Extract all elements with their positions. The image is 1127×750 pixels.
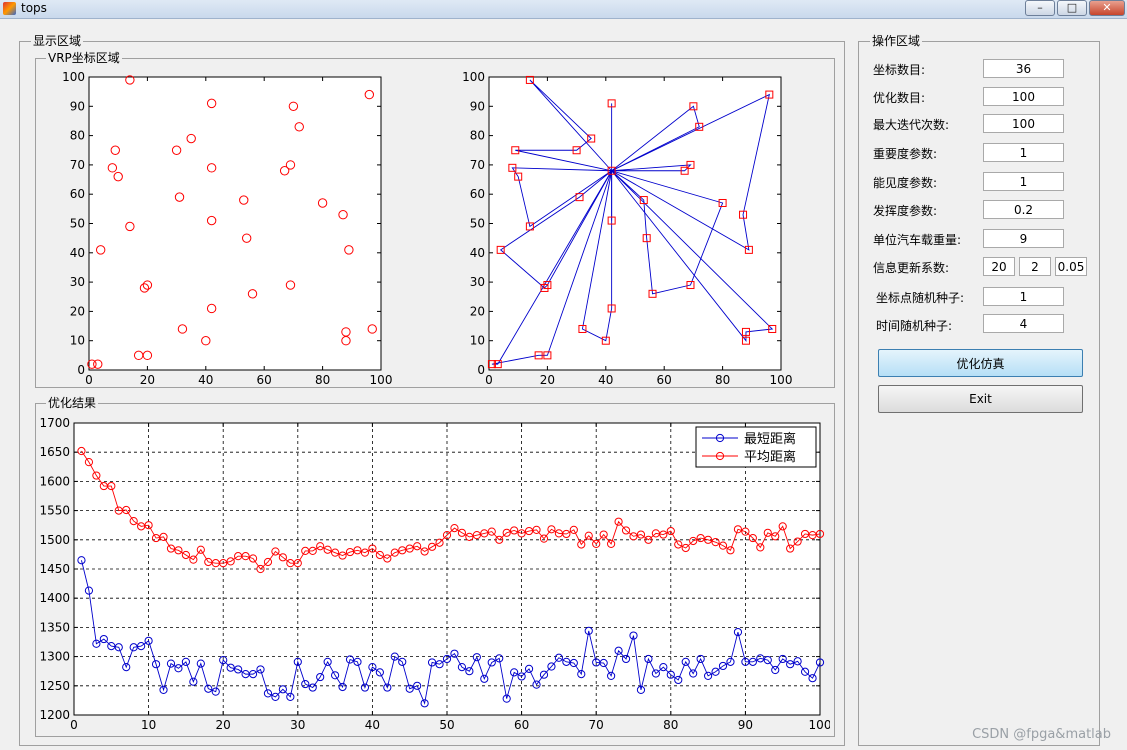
x-tick-label: 30 (290, 718, 305, 732)
y-tick-label: 1700 (39, 416, 70, 430)
y-tick-label: 100 (62, 70, 85, 84)
x-tick-label: 20 (216, 718, 231, 732)
y-tick-label: 30 (70, 275, 85, 289)
y-tick-label: 50 (470, 217, 485, 231)
y-tick-label: 1450 (39, 562, 70, 576)
legend-label: 平均距离 (744, 449, 796, 465)
y-tick-label: 90 (470, 99, 485, 113)
y-tick-label: 50 (70, 217, 85, 231)
y-tick-label: 20 (70, 304, 85, 318)
field-label-5: 发挥度参数: (873, 204, 938, 218)
window-title: tops (21, 1, 47, 15)
field-label-2: 最大迭代次数: (873, 118, 950, 132)
x-tick-label: 90 (738, 718, 753, 732)
field-label-4: 能见度参数: (873, 176, 938, 190)
operation-area-title: 操作区域 (870, 34, 923, 48)
window-titlebar: tops – □ ✕ (0, 0, 1127, 19)
x-tick-label: 80 (663, 718, 678, 732)
y-tick-label: 30 (470, 275, 485, 289)
y-tick-label: 10 (470, 334, 485, 348)
y-tick-label: 1650 (39, 445, 70, 459)
vrp-panel-title: VRP坐标区域 (46, 51, 122, 65)
x-tick-label: 80 (315, 373, 330, 387)
field-input-0[interactable] (983, 59, 1064, 78)
field-input-1[interactable] (983, 87, 1064, 106)
y-tick-label: 60 (470, 187, 485, 201)
x-tick-label: 60 (257, 373, 272, 387)
x-tick-label: 20 (140, 373, 155, 387)
y-tick-label: 1550 (39, 504, 70, 518)
x-tick-label: 100 (809, 718, 830, 732)
field-label-0: 坐标数目: (873, 63, 926, 77)
y-tick-label: 1500 (39, 533, 70, 547)
coord-seed-label: 坐标点随机种子: (876, 291, 965, 305)
y-tick-label: 20 (470, 304, 485, 318)
x-tick-label: 40 (365, 718, 380, 732)
y-tick-label: 80 (70, 129, 85, 143)
field-input-3[interactable] (983, 143, 1064, 162)
x-tick-label: 0 (70, 718, 78, 732)
y-tick-label: 70 (470, 158, 485, 172)
y-tick-label: 0 (77, 363, 85, 377)
x-tick-label: 100 (770, 373, 793, 387)
minimize-button[interactable]: – (1025, 0, 1055, 16)
y-tick-label: 1350 (39, 620, 70, 634)
y-tick-label: 1600 (39, 474, 70, 488)
x-tick-label: 40 (198, 373, 213, 387)
update-coeff-input-1[interactable] (983, 257, 1015, 276)
x-tick-label: 40 (598, 373, 613, 387)
y-tick-label: 60 (70, 187, 85, 201)
field-label-3: 重要度参数: (873, 147, 938, 161)
y-tick-label: 100 (462, 70, 485, 84)
y-tick-label: 80 (470, 129, 485, 143)
y-tick-label: 1250 (39, 679, 70, 693)
x-tick-label: 0 (485, 373, 493, 387)
field-input-2[interactable] (983, 114, 1064, 133)
field-input-4[interactable] (983, 172, 1064, 191)
close-button[interactable]: ✕ (1089, 0, 1125, 16)
y-tick-label: 1200 (39, 708, 70, 722)
y-tick-label: 40 (470, 246, 485, 260)
route-chart: 0 20 40 60 80 100 0 10 20 30 40 50 60 70 80 90 100 (462, 70, 793, 387)
field-input-6[interactable] (983, 229, 1064, 248)
time-seed-input[interactable] (983, 314, 1064, 333)
time-seed-label: 时间随机种子: (876, 319, 953, 333)
matlab-icon (3, 2, 16, 15)
x-tick-label: 50 (439, 718, 454, 732)
x-tick-label: 0 (85, 373, 93, 387)
field-input-5[interactable] (983, 200, 1064, 219)
update-coeff-label: 信息更新系数: (873, 261, 950, 275)
y-tick-label: 10 (70, 334, 85, 348)
scatter-chart: 0 20 40 60 80 100 0 10 20 30 40 50 60 70 80 90 100 (62, 70, 393, 387)
x-tick-label: 100 (370, 373, 393, 387)
y-tick-label: 1300 (39, 650, 70, 664)
x-tick-label: 70 (589, 718, 604, 732)
update-coeff-input-2[interactable] (1019, 257, 1051, 276)
simulate-button[interactable]: 优化仿真 (878, 349, 1083, 377)
x-tick-label: 60 (514, 718, 529, 732)
legend-label: 最短距离 (744, 431, 796, 447)
display-area-title: 显示区域 (31, 34, 84, 48)
y-tick-label: 1400 (39, 591, 70, 605)
convergence-chart: 0 10 20 30 40 50 60 70 80 90 100 1200 1250 1300 1350 14… (39, 416, 830, 732)
maximize-button[interactable]: □ (1057, 0, 1087, 16)
y-tick-label: 40 (70, 246, 85, 260)
y-tick-label: 70 (70, 158, 85, 172)
y-tick-label: 0 (477, 363, 485, 377)
field-label-6: 单位汽车载重量: (873, 233, 962, 247)
exit-button[interactable]: Exit (878, 385, 1083, 413)
field-label-1: 优化数目: (873, 91, 926, 105)
result-panel-title: 优化结果 (46, 396, 99, 410)
y-tick-label: 90 (70, 99, 85, 113)
plot-area (489, 77, 781, 370)
x-tick-label: 10 (141, 718, 156, 732)
watermark: CSDN @fpga&matlab (972, 727, 1111, 742)
update-coeff-input-3[interactable] (1055, 257, 1087, 276)
x-tick-label: 20 (540, 373, 555, 387)
x-tick-label: 60 (657, 373, 672, 387)
coord-seed-input[interactable] (983, 287, 1064, 306)
x-tick-label: 80 (715, 373, 730, 387)
